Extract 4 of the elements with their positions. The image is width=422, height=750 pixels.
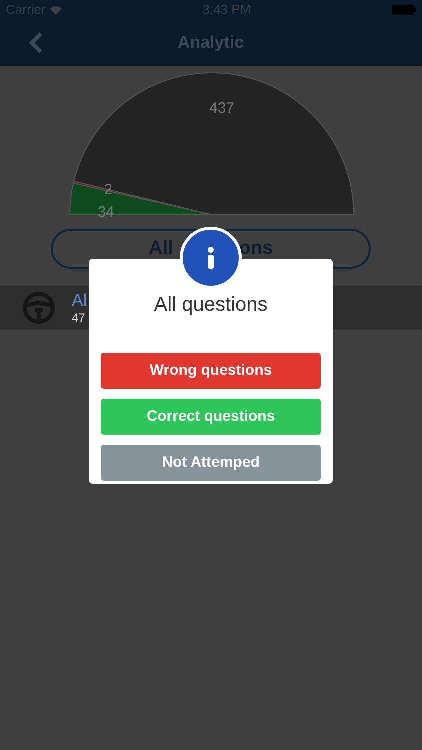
row-subtitle: 47 xyxy=(72,311,86,326)
slice-label: 437 xyxy=(209,100,235,117)
row-title: Al xyxy=(72,290,88,312)
dialog-title: All questions xyxy=(154,293,268,318)
